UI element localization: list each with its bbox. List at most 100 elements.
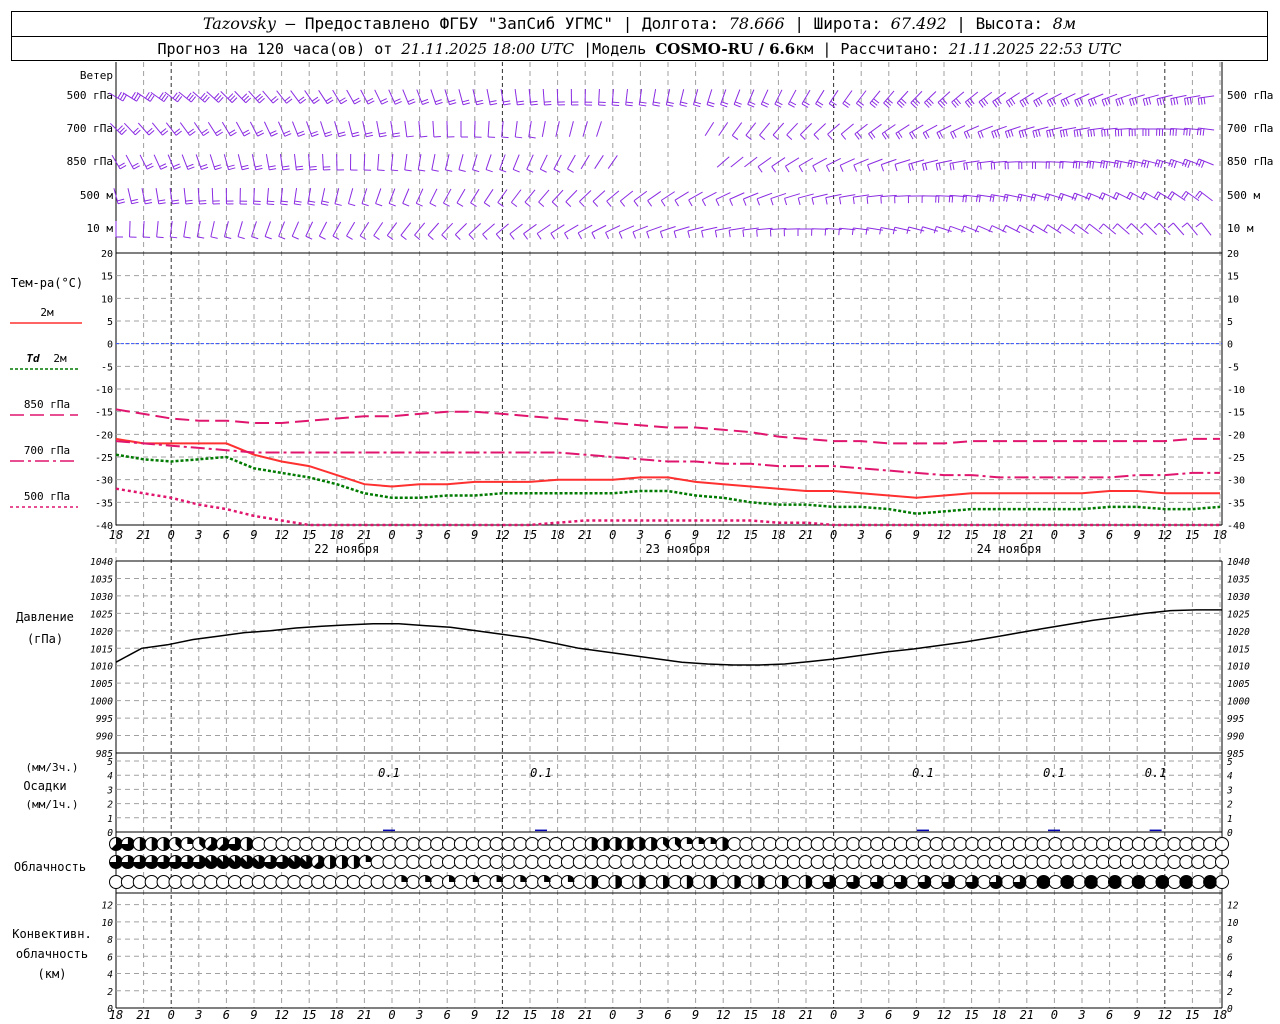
wind-barb-flag [189, 130, 196, 136]
cloud-circle [549, 875, 564, 889]
wind-barb-flag [1132, 161, 1136, 169]
y-tick-label-right: 10 [1227, 918, 1239, 929]
y-tick-label: 1 [107, 814, 113, 825]
cloud-circle [1215, 875, 1229, 889]
wind-barb-flag [966, 162, 969, 170]
wind-barb-flag [1186, 97, 1190, 105]
wind-barb-flag [747, 103, 755, 108]
wind-barb-flag [516, 100, 524, 103]
cloud-circle [406, 855, 421, 869]
wind-barb [432, 120, 435, 138]
x-tick-label-bottom: 12 [1158, 1008, 1172, 1022]
x-tick-label-bottom: 0 [168, 1008, 175, 1022]
cloud-circle [965, 855, 980, 869]
wind-barb-flag [1090, 129, 1093, 137]
wind-barb-flag [160, 165, 168, 170]
wind-barb-flag [203, 131, 210, 137]
wind-barb-flag [605, 232, 609, 239]
wind-barb [348, 121, 354, 137]
cloud-circle [477, 875, 492, 889]
wind-barb [949, 160, 966, 164]
wind-barb [866, 194, 884, 198]
wind-barb-flag [199, 200, 207, 202]
wind-barb-flag [1120, 97, 1124, 105]
wind-barb-flag [911, 131, 916, 138]
y-tick-label: 995 [96, 714, 113, 725]
wind-barb-flag [1197, 98, 1200, 106]
wind-barb-flag [1126, 223, 1132, 229]
wind-barb [1115, 93, 1132, 101]
wind-barb-flag [1019, 100, 1025, 108]
wind-barb-flag [979, 162, 982, 170]
wind-barb [376, 121, 381, 137]
cloud-circle [1060, 855, 1075, 869]
wind-barb [757, 156, 772, 168]
wind-barb-flag [352, 134, 360, 138]
wind-barb-flag [454, 234, 461, 240]
x-tick-label: 0 [1051, 528, 1058, 542]
x-tick-label-bottom: 21 [136, 1008, 150, 1022]
wind-barb-flag [242, 129, 250, 134]
wind-barb-flag [185, 202, 193, 205]
cloud-circle [1096, 837, 1111, 851]
wind-barb-flag [375, 203, 383, 207]
cloud-circle [525, 875, 540, 889]
wind-barb-flag [1021, 99, 1027, 106]
x-tick-label-bottom: 0 [609, 1008, 616, 1022]
cloud-circle [774, 837, 789, 851]
cloud-circle [287, 837, 302, 851]
wind-barb-flag [1184, 98, 1187, 106]
wind-barb-flag [618, 231, 623, 239]
cloud-circle [858, 837, 873, 851]
wind-barb [950, 125, 966, 133]
wind-barb-flag [1086, 160, 1089, 168]
wind-barb-flag [458, 169, 466, 173]
legend-t500-label: 500 гПа [24, 490, 70, 503]
wind-barb-flag [185, 199, 193, 202]
wind-barb-flag [1033, 100, 1038, 108]
wind-barb-flag [321, 200, 329, 203]
wind-barb-flag [1087, 193, 1092, 201]
wind-barb-flag [407, 98, 415, 103]
cloud-circle [1203, 837, 1218, 851]
wind-barb [151, 122, 163, 136]
cloud-fill [544, 875, 551, 882]
x-tick-label: 3 [415, 528, 423, 542]
wind-barb-flag [1183, 192, 1189, 200]
wind-barb-flag [256, 129, 263, 135]
wind-barb-flag [1092, 161, 1095, 169]
precip-bar [535, 829, 547, 832]
cloud-circle [596, 855, 611, 869]
wind-barb-flag [879, 227, 882, 235]
wind-barb-flag [1005, 101, 1011, 108]
cloud-circle [1143, 875, 1158, 889]
cloud-circle [513, 855, 528, 869]
wind-barb-flag [172, 163, 180, 168]
y-tick-label-right: 4 [1227, 771, 1233, 782]
wind-barb-flag [1115, 193, 1120, 201]
cloud-circle [1000, 875, 1015, 889]
wind-barb-flag [443, 202, 450, 207]
wind-barb-flag [880, 164, 885, 172]
precip-1h-unit: (мм/1ч.) [26, 798, 79, 811]
cloud-circle [263, 837, 278, 851]
x-tick-label: 6 [444, 528, 451, 542]
cloud-circle [501, 837, 516, 851]
wind-barb-flag [673, 231, 677, 239]
wind-barb-flag [1062, 161, 1064, 169]
wind-barb-flag [1065, 97, 1070, 105]
wind-barb-flag [174, 128, 181, 134]
date-label: 24 ноября [977, 542, 1042, 556]
wind-barb-flag [319, 235, 326, 240]
wind-barb-flag [282, 165, 290, 168]
cloud-circle [846, 837, 861, 851]
wind-barb-flag [994, 99, 1000, 106]
x-tick-label: 12 [937, 528, 951, 542]
wind-barb-flag [1093, 97, 1097, 105]
wind-barb-flag [136, 95, 141, 102]
cloud-circle [763, 855, 778, 869]
wind-barb-flag [707, 101, 715, 105]
x-tick-label-bottom: 21 [1020, 1008, 1034, 1022]
wind-barb-flag [133, 93, 139, 100]
wind-barb-flag [544, 101, 552, 103]
